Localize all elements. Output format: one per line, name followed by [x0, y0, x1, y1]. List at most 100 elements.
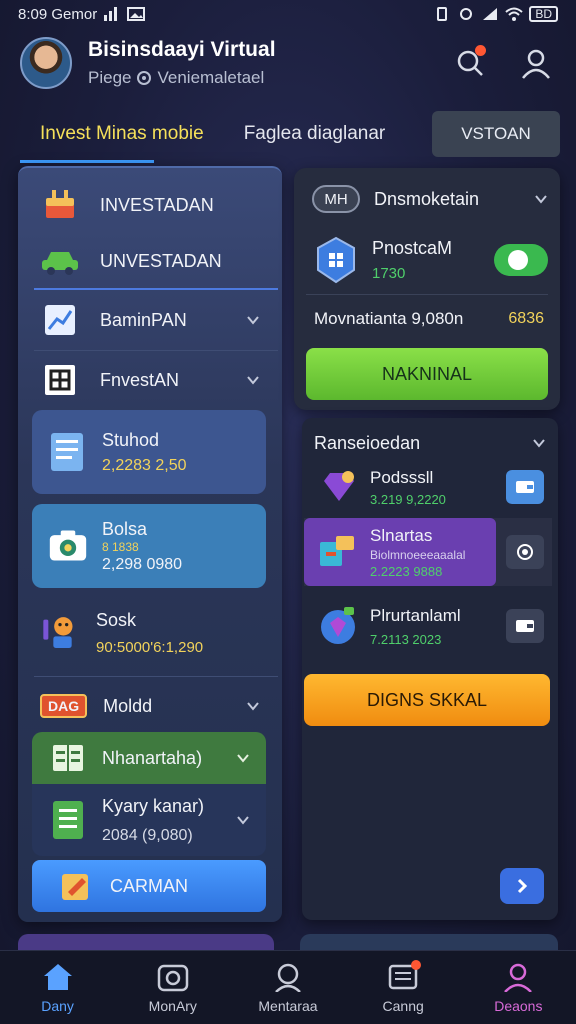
pnostcam-value: 1730	[372, 265, 406, 282]
status-dot-icon	[137, 71, 152, 85]
chevron-down-icon	[237, 816, 249, 825]
card-value: 2,298 0980	[102, 555, 183, 573]
tab-bar: Invest Minas mobie Faglea diaglanar VSTO…	[20, 104, 560, 164]
wallet-button[interactable]	[506, 609, 544, 643]
mh-badge: MH	[312, 185, 360, 213]
movnatianta-label: Movnatianta 9,080n	[314, 309, 464, 328]
divider	[34, 676, 278, 677]
divider	[34, 288, 278, 290]
list-item[interactable]: Plrurtanlaml 7.2113 2023	[302, 596, 558, 656]
character-icon	[40, 613, 80, 653]
left-panel: INVESTADAN UNVESTADAN BaminPAN FnvestAN …	[18, 166, 282, 922]
bolsa-card[interactable]: Bolsa 8 1838 2,298 0980	[32, 504, 266, 588]
carman-label: CARMAN	[109, 875, 188, 896]
card-subvalue: 8 1838	[102, 539, 139, 554]
chevron-down-icon	[247, 316, 259, 325]
ledger-icon	[48, 738, 88, 778]
pnostcam-toggle[interactable]	[494, 244, 548, 276]
profile-button[interactable]	[516, 43, 556, 83]
signal-bars-icon	[104, 7, 118, 21]
kyary-title: Kyary kanar)	[102, 795, 205, 816]
vibrate-icon	[437, 7, 448, 21]
list-item[interactable]: INVESTADAN	[18, 178, 282, 232]
chevron-down-icon	[533, 439, 545, 448]
row-label: BaminPAN	[100, 309, 187, 330]
chevron-down-icon	[237, 754, 249, 763]
cell-signal-icon	[483, 8, 498, 20]
nhanartaha-row[interactable]: Nhanartaha)	[32, 732, 266, 784]
kyary-row[interactable]: Kyary kanar) 2084 (9,080)	[32, 784, 266, 856]
sosk-value: 90:5000'6:1,290	[96, 639, 204, 656]
row-label: UNVESTADAN	[100, 250, 222, 271]
list-item[interactable]: FnvestAN	[18, 352, 282, 408]
notification-dot	[411, 959, 422, 970]
card-title: Bolsa	[102, 518, 148, 539]
status-bar: 8:09 Gemor BD	[0, 0, 576, 28]
chevron-down-icon	[247, 702, 259, 711]
list-item[interactable]: Slnartas Biolmnoeeeaaalal 2.2223 9888	[302, 522, 558, 582]
list-item[interactable]: Podsssll 3.219 9,2220	[302, 462, 558, 512]
right-panel: MH Dnsmoketain PnostcaM 1730 Movnatianta…	[294, 168, 560, 410]
item-value: 2.2223 9888	[370, 563, 443, 579]
ranseioedan-header[interactable]: Ranseioedan	[314, 426, 546, 460]
digns-skkal-button[interactable]: DIGNS SKKAL	[304, 674, 550, 726]
nav-item-canng[interactable]: Canng	[353, 959, 453, 1014]
nav-item-deaons[interactable]: Deaons	[468, 962, 568, 1014]
nav-label: MonAry	[148, 997, 197, 1014]
shield-icon	[317, 236, 355, 284]
settings-button[interactable]	[506, 535, 544, 569]
cake-icon	[40, 185, 80, 225]
nav-label: Dany	[41, 997, 74, 1014]
naknal-button[interactable]: NAKNINAL	[306, 348, 548, 400]
dag-badge: DAG	[40, 694, 88, 718]
subtitle-prefix: Piege	[88, 68, 132, 87]
divider	[34, 350, 278, 351]
nav-label: Mentaraa	[258, 997, 318, 1014]
active-tab-indicator	[20, 160, 154, 163]
row-label: Moldd	[103, 695, 153, 716]
image-icon	[127, 7, 146, 21]
stuhod-card[interactable]: Stuhod 2,2283 2,50	[32, 410, 266, 494]
battery-indicator: BD	[529, 6, 558, 22]
avatar[interactable]	[20, 37, 72, 89]
document-icon	[48, 432, 88, 472]
movnatianta-value: 6836	[508, 310, 544, 327]
list-item[interactable]: BaminPAN	[18, 292, 282, 348]
item-title: Podsssll	[370, 467, 434, 487]
home-icon	[43, 963, 72, 990]
wallet-icon	[516, 620, 534, 632]
section-title: Dnsmoketain	[374, 188, 480, 209]
sosk-item[interactable]: Sosk 90:5000'6:1,290	[18, 594, 282, 672]
row-label: FnvestAN	[100, 369, 180, 390]
section-title: Ranseioedan	[314, 432, 421, 453]
item-value: 7.2113 2023	[370, 631, 442, 647]
item-sub: Biolmnoeeeaaalal	[370, 547, 466, 562]
nav-item-dany[interactable]: Dany	[8, 962, 108, 1014]
wallet-button[interactable]	[506, 470, 544, 504]
grid-icon	[40, 360, 80, 400]
car-icon	[40, 241, 80, 281]
tab-invest[interactable]: Invest Minas mobie	[20, 109, 224, 159]
sosk-title: Sosk	[96, 610, 137, 630]
dnsmoketain-header[interactable]: MH Dnsmoketain	[312, 182, 548, 216]
vstoan-button[interactable]: VSTOAN	[432, 111, 560, 157]
search-notification-button[interactable]	[450, 43, 490, 83]
item-value: 3.219 9,2220	[370, 491, 446, 507]
chevron-down-icon	[247, 376, 259, 385]
next-button[interactable]	[500, 868, 544, 904]
toolbox-icon	[320, 536, 354, 566]
app-title: Bisinsdaayi Virtual	[88, 38, 276, 61]
tab-faglea[interactable]: Faglea diaglanar	[224, 109, 406, 159]
nav-label: Deaons	[494, 997, 543, 1014]
moldd-item[interactable]: DAG Moldd	[18, 678, 282, 734]
divider	[306, 294, 548, 295]
carman-button[interactable]: CARMAN	[32, 860, 266, 912]
list-item[interactable]: UNVESTADAN	[18, 234, 282, 288]
nav-item-mentaraa[interactable]: Mentaraa	[238, 962, 338, 1014]
chevron-down-icon	[535, 195, 547, 204]
chart-icon	[40, 300, 80, 340]
item-title: Plrurtanlaml	[370, 605, 461, 625]
nav-item-monary[interactable]: MonAry	[123, 962, 223, 1014]
user-icon	[522, 49, 550, 79]
gem-icon	[324, 471, 354, 501]
